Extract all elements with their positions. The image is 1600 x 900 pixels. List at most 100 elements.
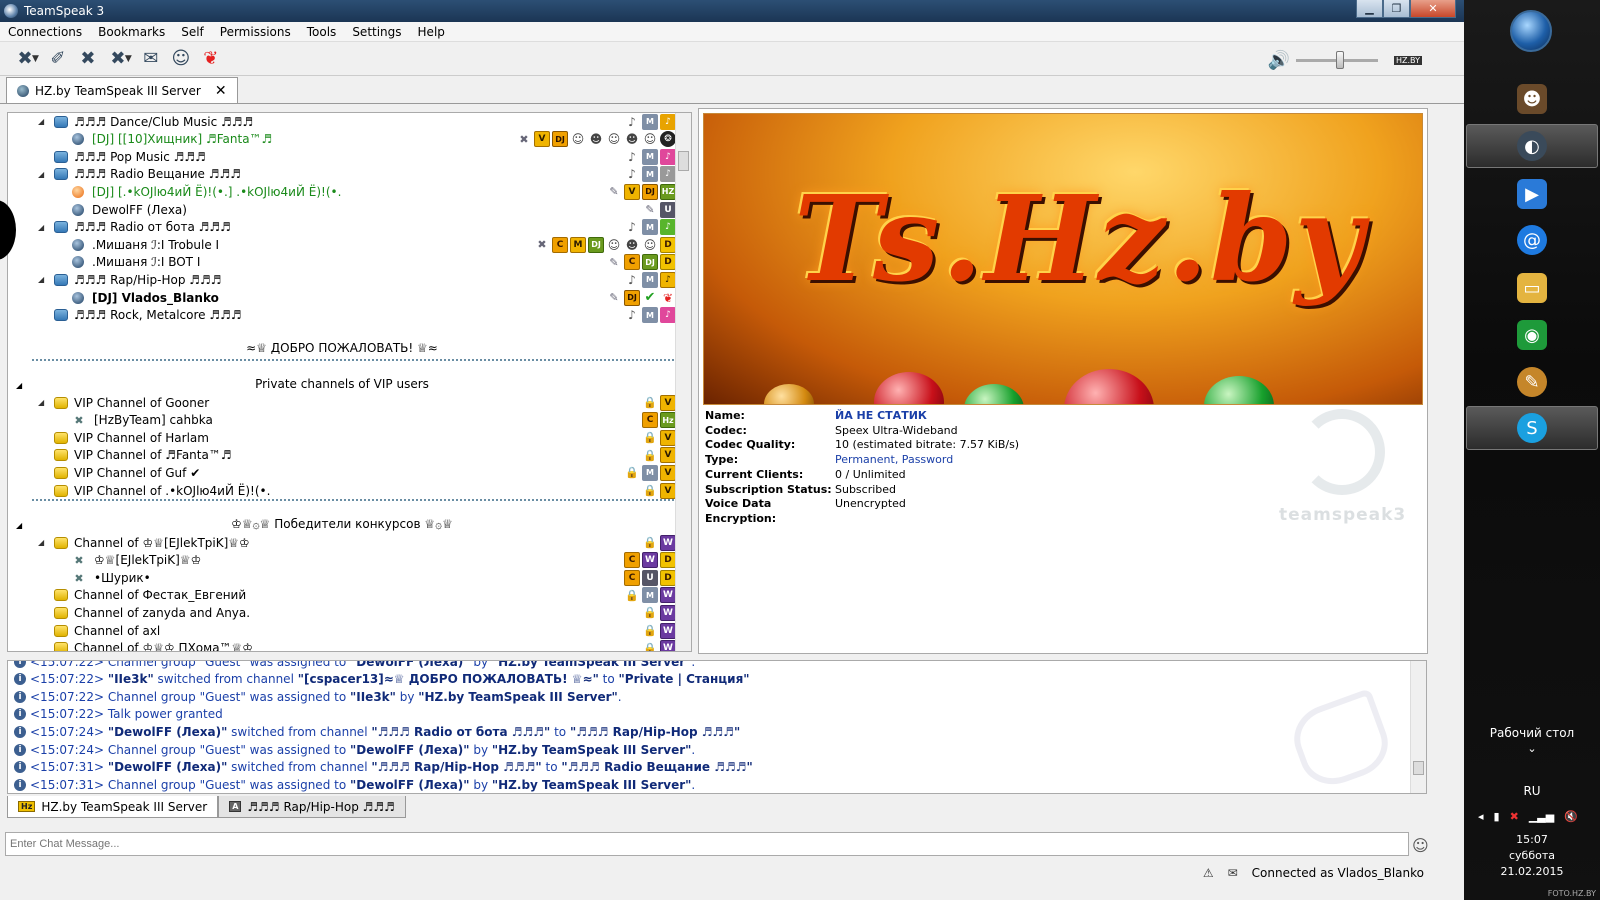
start-button[interactable] <box>1510 10 1552 52</box>
expand-toggle-icon[interactable]: ◢ <box>38 170 44 179</box>
menu-connections[interactable]: Connections <box>0 25 90 39</box>
volume-slider[interactable] <box>1296 51 1379 69</box>
channel-row[interactable]: Channel of ♔♕♔ ПХома™♕♔ 🔒 W <box>8 640 676 651</box>
server-hz-icon[interactable]: ❦ <box>196 45 226 73</box>
chat-log[interactable]: i <15:07:22> Channel group "Guest" was as… <box>7 660 1427 794</box>
channel-spacer[interactable]: ≈♕ ДОБРО ПОЖАЛОВАТЬ! ♕≈ <box>8 341 676 355</box>
log-entity[interactable]: "HZ.by TeamSpeak III Server" <box>492 778 692 792</box>
emoticon-icon[interactable]: ☺ <box>1412 836 1429 855</box>
close-tab-icon[interactable]: ✕ <box>215 83 227 99</box>
channel-row[interactable]: VIP Channel of Harlam 🔒 V <box>8 429 676 446</box>
channel-row[interactable]: Channel of zanyda and Anya. 🔒 W <box>8 604 676 621</box>
expand-toggle-icon[interactable]: ◢ <box>38 117 44 126</box>
client-row[interactable]: .Мишаня ℐ:I BOT I ✎ C DJ D <box>8 254 676 271</box>
expand-toggle-icon[interactable]: ◢ <box>38 398 44 407</box>
contacts-icon[interactable]: ☺ <box>166 45 196 73</box>
message-icon[interactable]: ✉ <box>1228 866 1238 880</box>
channel-row[interactable]: ◢ ♬♬♬ Dance/Club Music ♬♬♬ ♪ M ♪ <box>8 113 676 130</box>
log-entity[interactable]: "Private | Станция" <box>619 672 750 686</box>
log-entity[interactable]: "♬♬♬ Rap/Hip-Hop ♬♬♬" <box>371 760 541 774</box>
client-row[interactable]: ✖ •Шурик• C U D <box>8 569 676 586</box>
signal-icon[interactable]: ▁▃▅ <box>1529 810 1554 823</box>
channel-row[interactable]: Channel of Фестак_Евгений 🔒 M W <box>8 587 676 604</box>
mute-microphone-icon[interactable]: ✖ <box>73 45 103 73</box>
expand-toggle-icon[interactable]: ◢ <box>38 223 44 232</box>
away-status-icon[interactable]: ✉ <box>136 45 166 73</box>
desktop-label[interactable]: Рабочий стол <box>1464 726 1600 740</box>
chat-log-scrollbar[interactable] <box>1410 661 1426 793</box>
client-row[interactable]: [DJ] Vlados_Blanko ✎ DJ ✔ ❦ <box>8 289 676 306</box>
volume-slider-handle[interactable] <box>1336 51 1345 69</box>
log-entity[interactable]: "IIe3k" <box>108 672 154 686</box>
chevron-down-icon[interactable]: ⌄ <box>1464 742 1600 755</box>
taskbar-app-teamspeak[interactable]: ◐ <box>1466 124 1598 168</box>
menu-tools[interactable]: Tools <box>299 25 345 39</box>
menu-bookmarks[interactable]: Bookmarks <box>90 25 173 39</box>
client-row[interactable]: [DJ] [.•kOJlю4иЙ Ё)!(•.] .•kOJlю4иЙ Ё)!(… <box>8 183 676 200</box>
taskbar-app-media[interactable]: ▶ <box>1466 172 1598 216</box>
menu-self[interactable]: Self <box>173 25 212 39</box>
close-button[interactable]: ✕ <box>1410 0 1456 18</box>
taskbar-app-skype[interactable]: S <box>1466 406 1598 450</box>
client-row[interactable]: ✖ ♔♕[EJlekTpiK]♕♔ C W D <box>8 552 676 569</box>
maximize-button[interactable]: ❐ <box>1383 0 1410 18</box>
client-row[interactable]: .Мишаня ℐ:I Trobule I ✖ C M DJ ☺ ☻ ☺ D <box>8 236 676 253</box>
channel-row[interactable]: ◢ ♬♬♬ Radio Вещание ♬♬♬ ♪ M ♪ <box>8 166 676 183</box>
scrollbar-thumb[interactable] <box>678 151 689 171</box>
log-entity[interactable]: "DewolFF (Леха)" <box>108 760 228 774</box>
channel-row[interactable]: ◢ VIP Channel of Gooner 🔒 V <box>8 394 676 411</box>
speaker-icon[interactable]: 🔊 <box>1268 50 1290 71</box>
minimize-button[interactable]: ▁ <box>1356 0 1383 18</box>
disconnect-icon[interactable]: ✐ <box>43 45 73 73</box>
property-value[interactable]: Permanent, Password <box>835 453 953 468</box>
log-entity[interactable]: "HZ.by TeamSpeak III Server" <box>492 661 692 669</box>
channel-row[interactable]: ◢ Channel of ♔♕[EJlekTpiK]♕♔ 🔒 W <box>8 534 676 551</box>
chat-input[interactable] <box>5 832 1409 856</box>
log-entity[interactable]: "HZ.by TeamSpeak III Server" <box>418 690 618 704</box>
log-entity[interactable]: "♬♬♬ Rap/Hip-Hop ♬♬♬" <box>570 725 740 739</box>
taskbar-app-avatar[interactable]: ☻ <box>1466 77 1598 121</box>
chevron-down-icon[interactable]: ▼ <box>125 54 132 64</box>
menu-permissions[interactable]: Permissions <box>212 25 299 39</box>
channel-row[interactable]: ♬♬♬ Pop Music ♬♬♬ ♪ M ♪ <box>8 148 676 165</box>
scrollbar-thumb[interactable] <box>1413 761 1424 775</box>
volume-mute-icon[interactable]: 🔇 <box>1564 810 1578 823</box>
chat-tab-channel[interactable]: A ♬♬♬ Rap/Hip-Hop ♬♬♬ <box>218 796 406 818</box>
log-entity[interactable]: "IIe3k" <box>350 690 396 704</box>
log-entity[interactable]: "♬♬♬ Radio от бота ♬♬♬" <box>371 725 550 739</box>
log-entity[interactable]: "[cspacer13]≈♕ ДОБРО ПОЖАЛОВАТЬ! ♕≈" <box>298 672 599 686</box>
client-row[interactable]: [DJ] [[10]Хищник] ♬Fanta™♬ ✖ V DJ ☺ ☻ ☺ ☻ ☺ ❂ <box>8 131 676 148</box>
menu-settings[interactable]: Settings <box>344 25 409 39</box>
channel-row[interactable]: VIP Channel of ♬Fanta™♬ 🔒 V <box>8 447 676 464</box>
channel-tree[interactable]: ◢ ♬♬♬ Dance/Club Music ♬♬♬ ♪ M ♪ [DJ] [[10]Хи… <box>7 112 692 652</box>
log-entity[interactable]: "DewolFF (Леха)" <box>350 778 470 792</box>
taskbar-app-paint[interactable]: ✎ <box>1466 360 1598 404</box>
taskbar-app-chat[interactable]: ◉ <box>1466 313 1598 357</box>
server-tab[interactable]: HZ.by TeamSpeak III Server ✕ <box>6 77 238 103</box>
channel-row[interactable]: ♬♬♬ Rock, Metalcore ♬♬♬ ♪ M ♪ <box>8 307 676 324</box>
channel-spacer[interactable]: ♔♕۞♕ Победители конкурсов ♕۞♕ <box>8 517 676 531</box>
warning-icon[interactable]: ⚠ <box>1203 866 1214 880</box>
language-indicator[interactable]: RU <box>1464 784 1600 798</box>
battery-icon[interactable]: ▮ <box>1494 810 1500 823</box>
log-entity[interactable]: "DewolFF (Леха)" <box>350 661 470 669</box>
client-row[interactable]: ✖ [HzByTeam] cahbka C Hz <box>8 412 676 429</box>
menu-help[interactable]: Help <box>410 25 453 39</box>
channel-row[interactable]: Channel of axl 🔒 W <box>8 622 676 639</box>
channel-row[interactable]: VIP Channel of Guf ✔ 🔒 M V <box>8 464 676 481</box>
chat-tab-server[interactable]: Hz HZ.by TeamSpeak III Server <box>7 796 219 818</box>
log-entity[interactable]: "HZ.by TeamSpeak III Server" <box>492 743 692 757</box>
expand-toggle-icon[interactable]: ◢ <box>38 538 44 547</box>
channel-spacer[interactable]: Private channels of VIP users <box>8 377 676 391</box>
channel-row[interactable]: VIP Channel of .•kOJlю4иЙ Ё)!(•. 🔒 V <box>8 482 676 499</box>
log-entity[interactable]: "♬♬♬ Radio Вещание ♬♬♬" <box>561 760 752 774</box>
client-row[interactable]: DewolFF (Леха) ✎ U <box>8 201 676 218</box>
taskbar-app-mail[interactable]: @ <box>1466 218 1598 262</box>
expand-toggle-icon[interactable]: ◢ <box>38 275 44 284</box>
taskbar-app-explorer[interactable]: ▭ <box>1466 266 1598 310</box>
show-hidden-icons-icon[interactable]: ◂ <box>1478 810 1484 823</box>
channel-row[interactable]: ◢ ♬♬♬ Radio от бота ♬♬♬ ♪ M ♪ <box>8 219 676 236</box>
channel-tree-scrollbar[interactable] <box>675 113 691 651</box>
clock[interactable]: 15:07 суббота 21.02.2015 <box>1464 832 1600 880</box>
log-entity[interactable]: "DewolFF (Леха)" <box>108 725 228 739</box>
